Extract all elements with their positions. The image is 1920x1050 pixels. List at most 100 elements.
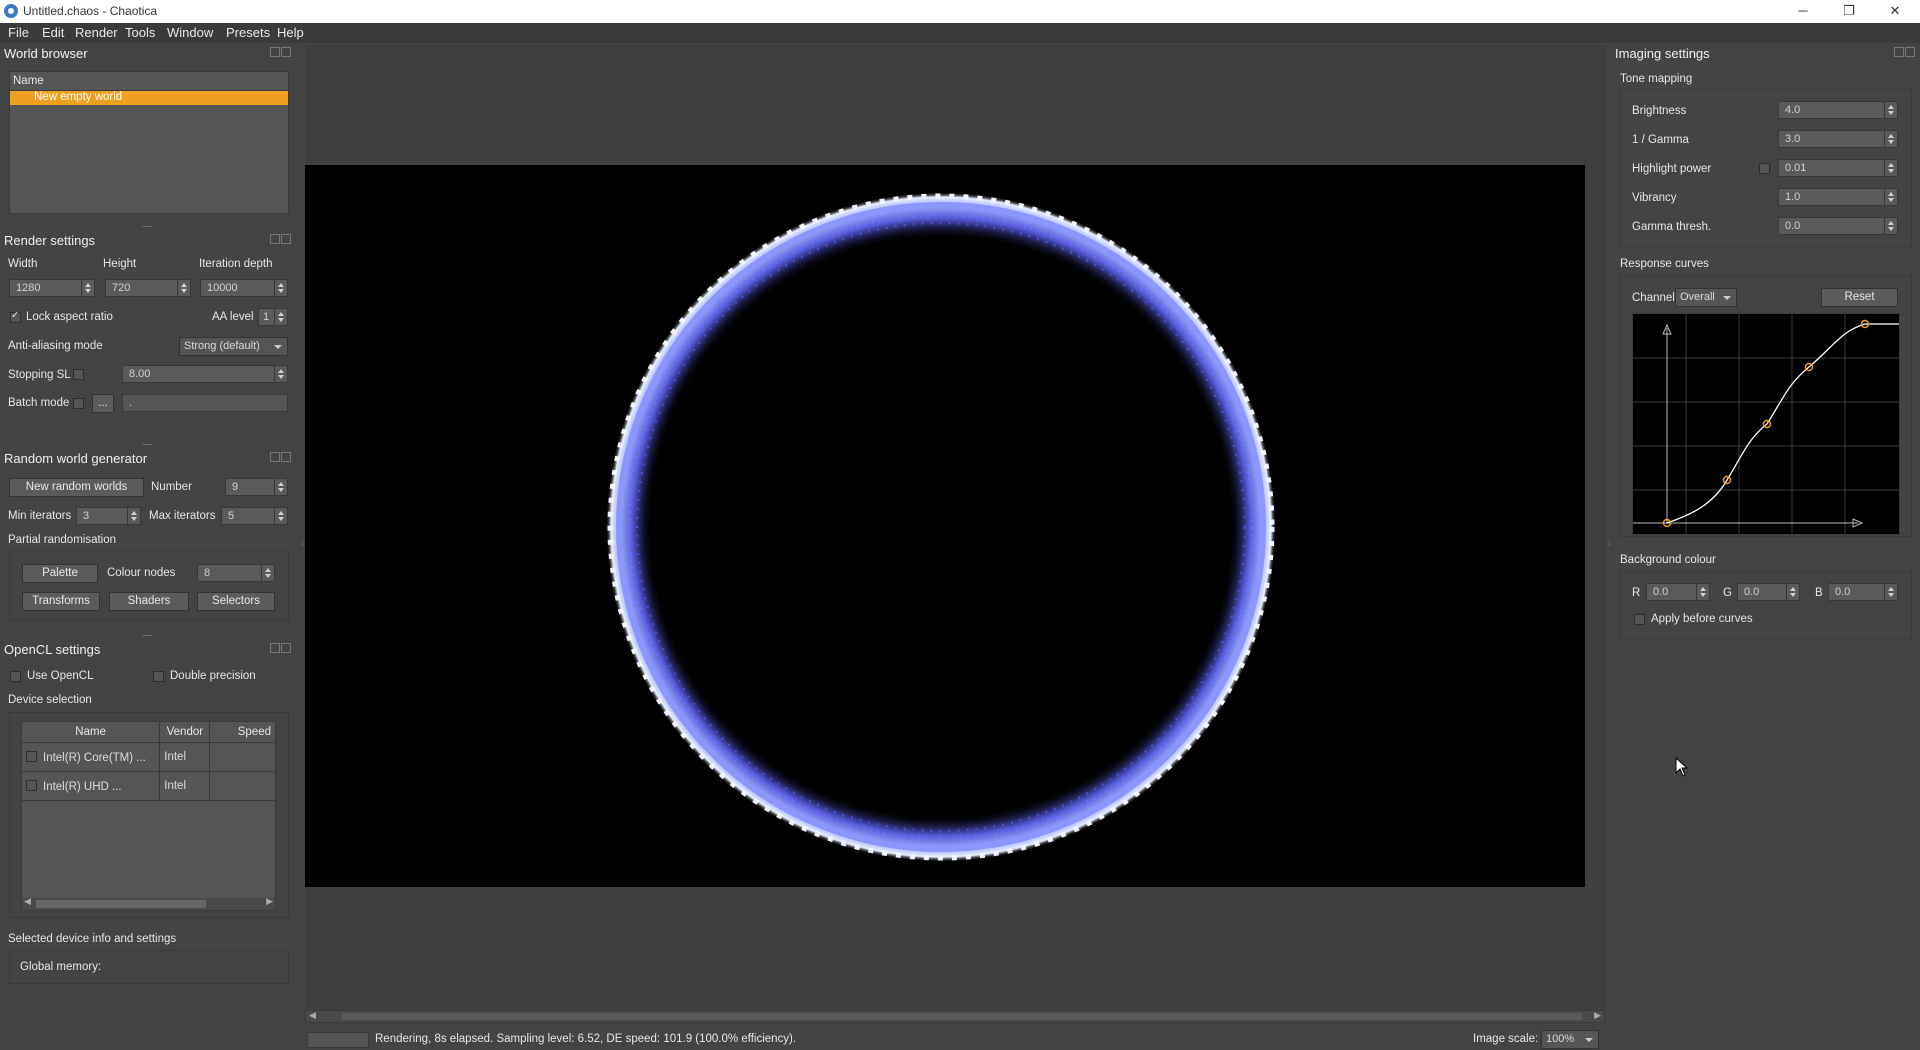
splitter-handle[interactable]: .... — [1607, 540, 1617, 546]
scrollbar-thumb[interactable] — [342, 1013, 1582, 1020]
device-checkbox[interactable] — [26, 780, 37, 791]
max-iterators-spinbox[interactable]: 5 — [221, 507, 288, 525]
splitter-handle[interactable]: .... — [300, 540, 310, 546]
iteration-depth-spinbox[interactable]: 10000 — [200, 279, 288, 297]
stopping-sl-spinbox[interactable]: 8.00 — [122, 365, 288, 383]
stopping-sl-checkbox[interactable] — [73, 369, 84, 380]
number-spinbox[interactable]: 9 — [225, 478, 288, 496]
background-colour-label: Background colour — [1620, 554, 1716, 566]
r-spinbox[interactable]: 0.0 — [1646, 583, 1710, 601]
device-name-cell: Intel(R) UHD ... — [20, 771, 161, 801]
new-random-worlds-button[interactable]: New random worlds — [9, 478, 144, 497]
chevron-down-icon — [274, 345, 282, 349]
world-browser-dock-buttons[interactable] — [270, 47, 292, 59]
table-row[interactable]: Intel(R) UHD ... Intel — [20, 771, 276, 801]
menu-tools[interactable]: Tools — [125, 25, 155, 40]
viewport-hscroll[interactable]: ◀ ▶ — [305, 1010, 1605, 1023]
menu-help[interactable]: Help — [277, 25, 304, 40]
device-table: Name Vendor Speed Intel(R) Core(TM) ... … — [20, 721, 276, 801]
device-table-hscroll[interactable]: ◀ ▶ — [22, 896, 275, 910]
chevron-down-icon — [1723, 296, 1731, 300]
gamma-thresh-spinbox[interactable]: 0.0 — [1778, 217, 1898, 235]
image-scale-dropdown[interactable]: 100% — [1541, 1030, 1599, 1049]
menu-window[interactable]: Window — [167, 25, 213, 40]
batch-path-input[interactable]: . — [122, 394, 288, 412]
world-list-column-name: Name — [13, 75, 44, 87]
double-precision-checkbox[interactable] — [153, 671, 164, 682]
batch-mode-label: Batch mode — [8, 397, 70, 409]
width-label: Width — [8, 258, 38, 270]
channel-dropdown[interactable]: Overall — [1675, 288, 1737, 307]
number-label: Number — [151, 481, 192, 493]
device-vendor-cell: Intel — [159, 771, 211, 801]
transforms-button[interactable]: Transforms — [22, 592, 100, 611]
height-spinbox[interactable]: 720 — [105, 279, 191, 297]
scrollbar-thumb[interactable] — [36, 900, 206, 908]
iteration-depth-label: Iteration depth — [199, 258, 273, 270]
world-list-header[interactable]: Name — [10, 72, 288, 91]
opencl-dock-buttons[interactable] — [270, 643, 292, 655]
chaotica-app-icon — [4, 4, 18, 18]
device-column-name[interactable]: Name — [20, 721, 161, 743]
table-row[interactable]: Intel(R) Core(TM) ... Intel — [20, 742, 276, 772]
width-spinbox[interactable]: 1280 — [9, 279, 95, 297]
device-vendor-cell: Intel — [159, 742, 211, 772]
use-opencl-checkbox[interactable] — [10, 671, 21, 682]
random-world-dock-buttons[interactable] — [270, 452, 292, 464]
menu-presets[interactable]: Presets — [226, 25, 270, 40]
brightness-spinbox[interactable]: 4.0 — [1778, 101, 1898, 119]
brightness-label: Brightness — [1632, 105, 1687, 117]
world-list-item-selected[interactable]: New empty world — [10, 91, 288, 105]
b-label: B — [1815, 587, 1823, 599]
use-opencl-label: Use OpenCL — [27, 670, 94, 682]
render-settings-dock-buttons[interactable] — [270, 234, 292, 246]
device-selection-label: Device selection — [8, 694, 92, 706]
aa-level-spinbox[interactable]: 1 — [258, 308, 288, 326]
g-spinbox[interactable]: 0.0 — [1737, 583, 1800, 601]
curve-editor[interactable] — [1632, 313, 1900, 535]
shaders-button[interactable]: Shaders — [109, 592, 189, 611]
close-icon[interactable]: ✕ — [1872, 0, 1918, 23]
splitter-handle[interactable]: ...... — [142, 628, 152, 638]
device-column-speed[interactable]: Speed — [209, 721, 276, 743]
b-spinbox[interactable]: 0.0 — [1828, 583, 1898, 601]
response-curve-graph — [1633, 314, 1899, 534]
device-column-vendor[interactable]: Vendor — [159, 721, 211, 743]
aa-mode-label: Anti-aliasing mode — [8, 340, 103, 352]
world-list-item-label: New empty world — [34, 91, 123, 103]
vibrancy-spinbox[interactable]: 1.0 — [1778, 188, 1898, 206]
world-list[interactable]: Name New empty world — [9, 71, 289, 214]
highlight-power-spinbox[interactable]: 0.01 — [1778, 159, 1898, 177]
window-title: Untitled.chaos - Chaotica — [23, 4, 158, 18]
apply-before-curves-checkbox[interactable] — [1634, 614, 1645, 625]
lock-aspect-label: Lock aspect ratio — [26, 311, 113, 323]
colour-nodes-spinbox[interactable]: 8 — [197, 564, 275, 582]
batch-browse-button[interactable]: ... — [92, 394, 114, 413]
highlight-power-checkbox[interactable] — [1759, 163, 1770, 174]
scroll-right-icon[interactable]: ▶ — [1594, 1010, 1601, 1021]
splitter-handle[interactable]: ...... — [142, 437, 152, 447]
render-canvas[interactable] — [305, 165, 1585, 887]
splitter-handle[interactable]: ...... — [142, 219, 152, 229]
scroll-left-icon[interactable]: ◀ — [309, 1010, 316, 1021]
palette-button[interactable]: Palette — [22, 564, 98, 583]
title-bar: Untitled.chaos - Chaotica ─ ❐ ✕ — [0, 0, 1920, 23]
aa-mode-dropdown[interactable]: Strong (default) — [179, 337, 288, 356]
device-checkbox[interactable] — [26, 751, 37, 762]
menu-edit[interactable]: Edit — [42, 25, 64, 40]
gamma-spinbox[interactable]: 3.0 — [1778, 130, 1898, 148]
curve-control-points[interactable] — [1662, 319, 1870, 528]
lock-aspect-checkbox[interactable] — [10, 310, 21, 323]
reset-curves-button[interactable]: Reset — [1821, 288, 1898, 307]
batch-mode-checkbox[interactable] — [73, 398, 84, 409]
scroll-left-icon[interactable]: ◀ — [24, 896, 31, 907]
scroll-right-icon[interactable]: ▶ — [266, 896, 273, 907]
restore-icon[interactable]: ❐ — [1826, 0, 1872, 23]
minimize-icon[interactable]: ─ — [1780, 0, 1826, 23]
min-iterators-spinbox[interactable]: 3 — [76, 507, 141, 525]
menu-file[interactable]: File — [8, 25, 29, 40]
selectors-button[interactable]: Selectors — [197, 592, 275, 611]
menu-render[interactable]: Render — [75, 25, 118, 40]
imaging-dock-buttons[interactable] — [1894, 47, 1916, 59]
fractal-render — [606, 192, 1276, 862]
